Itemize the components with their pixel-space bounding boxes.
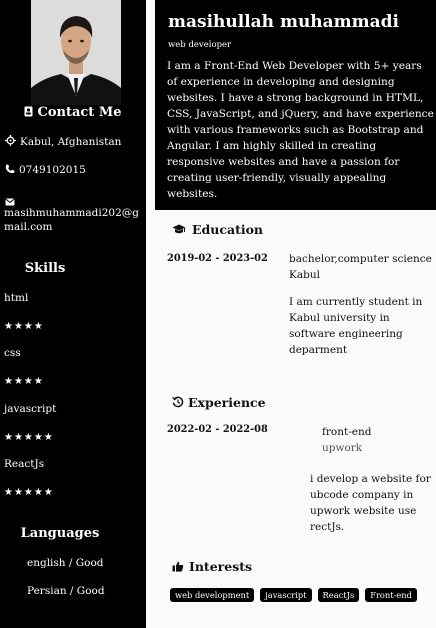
location-text: Kabul, Afghanistan xyxy=(20,136,122,148)
email-text[interactable]: masihmuhammadi202@gmail.com xyxy=(4,206,144,234)
experience-position: front-end xyxy=(322,426,372,438)
education-dates: 2019-02 - 2023-02 xyxy=(167,253,268,264)
skill-rating-stars: ★★★★★ xyxy=(4,432,54,443)
interests-heading-label: Interests xyxy=(189,559,253,574)
phone-text[interactable]: 0749102015 xyxy=(19,164,86,176)
interest-tag: ReactJs xyxy=(317,588,360,602)
graduation-cap-icon xyxy=(172,223,186,238)
location-line: Kabul, Afghanistan xyxy=(5,135,121,150)
profile-name: masihullah muhammadi xyxy=(168,12,400,32)
skill-rating-stars: ★★★★ xyxy=(4,376,44,387)
phone-icon xyxy=(5,164,15,178)
interest-tags: web development javascript ReactJs Front… xyxy=(170,588,417,602)
contact-heading: Contact Me xyxy=(0,105,146,121)
language-item: english / Good xyxy=(27,557,104,569)
education-heading-label: Education xyxy=(192,222,264,237)
profile-summary: I am a Front-End Web Developer with 5+ y… xyxy=(167,60,434,200)
interest-tag: javascript xyxy=(260,588,312,602)
interest-tag: Front-end xyxy=(365,588,417,602)
interests-heading: Interests xyxy=(172,559,252,575)
skill-rating-stars: ★★★★★ xyxy=(4,487,54,498)
profile-role: web developer xyxy=(168,40,232,50)
experience-heading: Experience xyxy=(172,395,266,411)
profile-photo xyxy=(31,0,121,105)
skill-name: ReactJs xyxy=(4,458,45,470)
education-place: Kabul xyxy=(289,269,320,281)
thumbs-up-icon xyxy=(172,560,184,575)
sidebar: Contact Me Kabul, Afghanistan 0749102015… xyxy=(0,0,146,628)
education-heading: Education xyxy=(172,222,263,238)
skill-name: javascript xyxy=(4,403,57,415)
experience-company: upwork xyxy=(322,442,363,454)
education-description: I am currently student in Kabul universi… xyxy=(289,296,423,356)
skill-name: html xyxy=(4,292,29,304)
history-icon xyxy=(172,396,184,411)
address-card-icon xyxy=(24,106,33,121)
contact-heading-label: Contact Me xyxy=(37,105,122,120)
crosshair-icon xyxy=(5,135,16,150)
language-item: Persian / Good xyxy=(27,585,105,597)
languages-heading: Languages xyxy=(20,526,100,541)
interest-tag: web development xyxy=(170,588,255,602)
skill-rating-stars: ★★★★ xyxy=(4,321,44,332)
profile-header: masihullah muhammadi web developer I am … xyxy=(155,0,436,210)
skill-name: css xyxy=(4,347,21,359)
education-degree: bachelor,computer science xyxy=(289,253,432,265)
experience-description: i develop a website for ubcode company i… xyxy=(310,473,431,533)
skills-heading: Skills xyxy=(24,261,66,276)
experience-heading-label: Experience xyxy=(188,395,266,410)
experience-dates: 2022-02 - 2022-08 xyxy=(167,424,268,435)
phone-line[interactable]: 0749102015 xyxy=(5,163,86,178)
